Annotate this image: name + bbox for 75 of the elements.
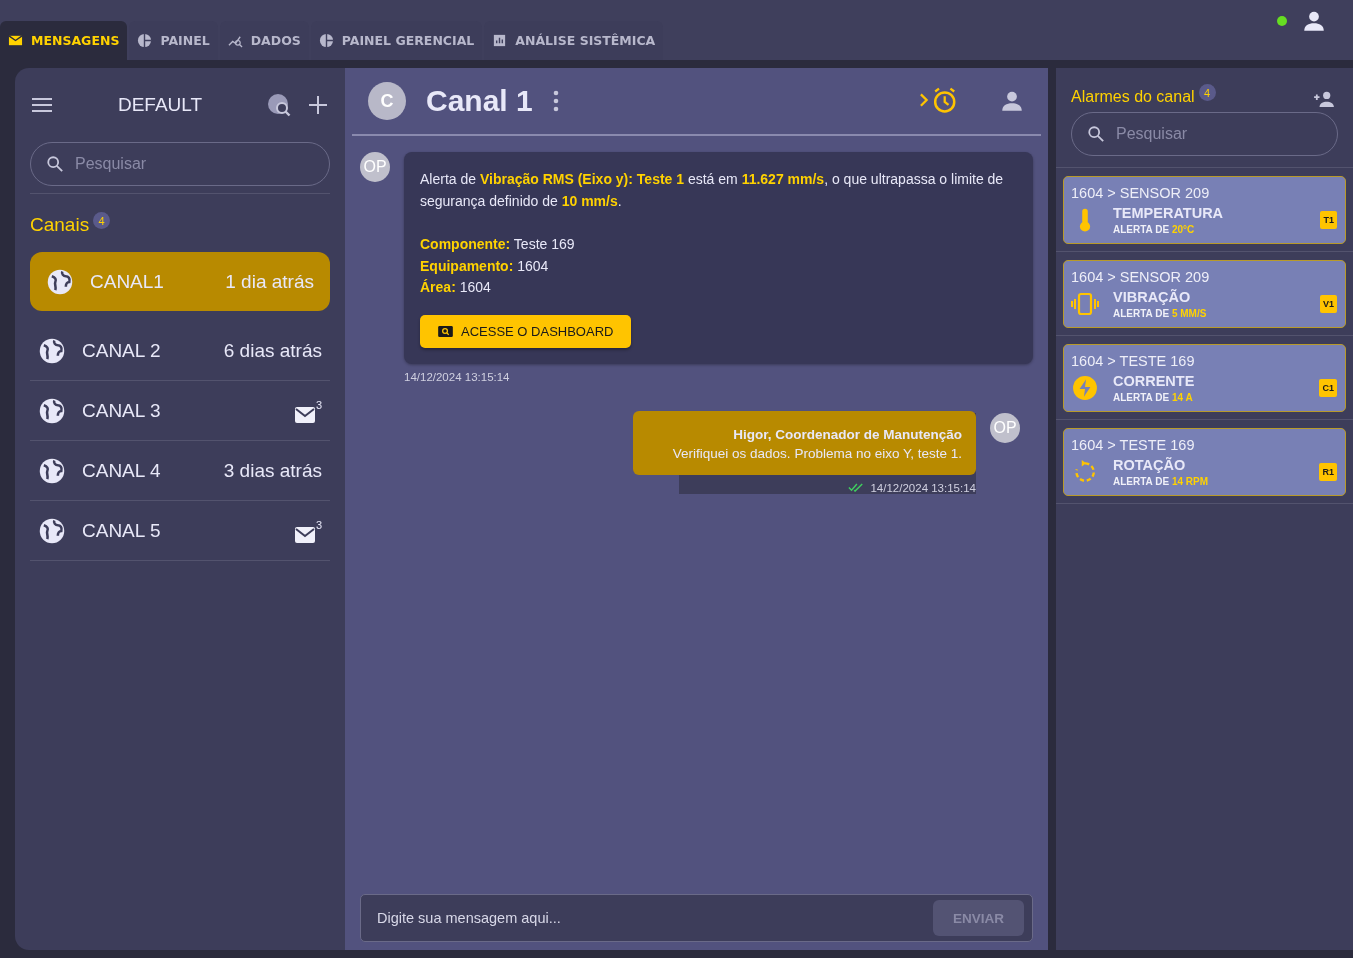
alarm-threshold: ALERTA DE 14 RPM <box>1113 476 1209 487</box>
more-icon[interactable] <box>552 90 559 112</box>
search-field[interactable]: Pesquisar <box>1071 112 1338 156</box>
search-icon <box>438 325 453 337</box>
channel-avatar: C <box>368 82 406 120</box>
alarm-name: ROTAÇÃO <box>1113 457 1187 473</box>
globe-icon <box>38 396 66 425</box>
alarm-path: 1604 > TESTE 169 <box>1071 437 1196 453</box>
alarm-threshold: ALERTA DE 14 A <box>1113 392 1194 403</box>
search-field[interactable]: Pesquisar <box>30 142 330 186</box>
channel-time: 6 dias atrás <box>223 339 322 362</box>
alarm-tag: V1 <box>1320 295 1337 313</box>
user-avatar: OP <box>360 152 390 182</box>
pie-chart-icon <box>137 33 153 48</box>
alarm-path: 1604 > TESTE 169 <box>1071 353 1196 369</box>
alarm-path: 1604 > SENSOR 209 <box>1071 269 1211 285</box>
globe-icon <box>46 267 74 296</box>
channel-name: CANAL 3 <box>82 399 162 422</box>
alarm-threshold: ALERTA DE 5 MM/S <box>1113 308 1208 319</box>
alarm-card[interactable]: 1604 > SENSOR 209 VIBRAÇÃO ALERTA DE 5 MM/S V1 <box>1063 260 1346 328</box>
mail-icon <box>8 33 23 48</box>
workspace-title: DEFAULT <box>116 94 204 116</box>
alarm-tag: T1 <box>1320 211 1337 229</box>
vibration-icon <box>1071 291 1099 317</box>
message-time: 14/12/2024 13:15:14 <box>870 481 976 494</box>
lightning-icon <box>1071 375 1099 401</box>
channel-name: CANAL 2 <box>82 339 162 362</box>
unread-count: 3 <box>315 398 322 411</box>
globe-icon <box>38 336 66 365</box>
detail-line: Equipamento: 1604 <box>420 256 550 276</box>
alarm-tag: C1 <box>1319 379 1337 397</box>
channel-item[interactable]: CANAL 5 3 <box>30 501 330 561</box>
search-icon <box>46 155 64 173</box>
alarm-name: CORRENTE <box>1113 373 1196 389</box>
globe-icon <box>38 456 66 485</box>
channel-item[interactable]: CANAL 3 3 <box>30 381 330 441</box>
pie-chart-icon <box>318 33 334 48</box>
channel-name: CANAL 5 <box>82 519 162 542</box>
globe-search-icon[interactable] <box>266 92 292 118</box>
globe-icon <box>38 516 66 545</box>
alarm-card[interactable]: 1604 > SENSOR 209 TEMPERATURA ALERTA DE 20°C T1 <box>1063 176 1346 244</box>
alarm-name: VIBRAÇÃO <box>1113 289 1192 305</box>
unread-count: 3 <box>315 518 322 531</box>
message-author: Higor, Coordenador de Manutenção <box>733 426 962 442</box>
mail-icon <box>294 406 315 423</box>
count-badge: 4 <box>1198 84 1216 101</box>
channel-item[interactable]: CANAL 4 3 dias atrás <box>30 441 330 501</box>
message-text: Verifiquei os dados. Problema no eixo Y, teste 1. <box>672 445 962 461</box>
alarm-card[interactable]: 1604 > TESTE 169 CORRENTE ALERTA DE 14 A C1 <box>1063 344 1346 412</box>
channel-title: Canal 1 <box>426 84 533 118</box>
alarm-tag: R1 <box>1319 463 1337 481</box>
add-icon[interactable] <box>306 93 330 117</box>
search-icon <box>1087 125 1105 143</box>
count-badge: 4 <box>93 212 111 229</box>
alarm-threshold: ALERTA DE 20°C <box>1113 224 1196 235</box>
dashboard-button[interactable]: ACESSE O DASHBOARD <box>420 314 632 348</box>
channel-name: CANAL1 <box>90 270 165 293</box>
channel-item[interactable]: CANAL 2 6 dias atrás <box>30 321 330 381</box>
nav-tab[interactable]: MENSAGENS <box>0 21 128 60</box>
channel-time: 1 dia atrás <box>225 270 314 293</box>
channel-time: 3 dias atrás <box>223 459 322 482</box>
alarm-name: TEMPERATURA <box>1113 205 1225 221</box>
bar-chart-icon <box>492 33 508 48</box>
alarm-path: 1604 > SENSOR 209 <box>1071 185 1211 201</box>
channel-name: CANAL 4 <box>82 459 162 482</box>
panel-title: Alarmes do canal <box>1071 87 1195 106</box>
message-text: Alerta de Vibração RMS (Eixo y): Teste 1 está em 11.627 mm/s, o que ultrapassa o limite de segurança definido de 10 mm/s. <box>420 170 1005 211</box>
mail-icon <box>294 526 315 543</box>
detail-line: Área: 1604 <box>420 278 492 297</box>
user-avatar: OP <box>990 412 1020 443</box>
detail-line: Componente: Teste 169 <box>420 235 576 254</box>
alarm-card[interactable]: 1604 > TESTE 169 ROTAÇÃO ALERTA DE 14 RPM R1 <box>1063 428 1346 496</box>
add-user-icon[interactable] <box>1313 90 1335 108</box>
message-time: 14/12/2024 13:15:14 <box>404 370 511 383</box>
section-title: Canais <box>30 213 90 236</box>
